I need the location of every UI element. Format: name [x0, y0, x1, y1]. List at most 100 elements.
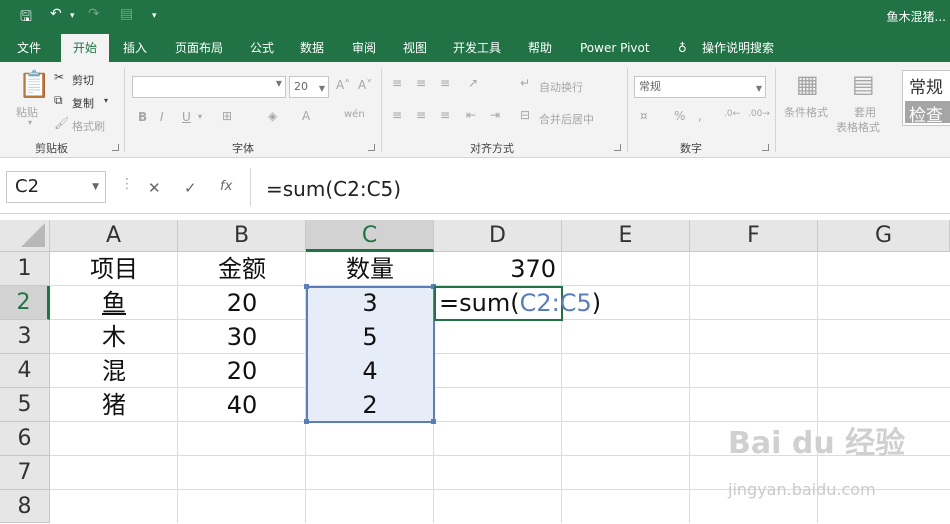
cell-c5[interactable]: 2 — [306, 390, 434, 420]
tab-power-pivot[interactable]: Power Pivot — [580, 34, 650, 62]
table-format-icon[interactable]: ▤ — [852, 70, 875, 98]
align-right-icon[interactable]: ≡ — [440, 108, 450, 122]
currency-icon[interactable]: ¤ — [640, 109, 648, 123]
cell-d1[interactable]: 370 — [434, 254, 562, 284]
wrap-text-button[interactable]: 自动换行 — [539, 79, 583, 95]
increase-indent-icon[interactable]: ⇥ — [490, 108, 500, 122]
merge-center-button[interactable]: 合并后居中 — [539, 111, 594, 127]
undo-icon[interactable]: ↶ — [50, 6, 62, 22]
cell-c2[interactable]: 3 — [306, 288, 434, 318]
percent-icon[interactable]: % — [674, 109, 685, 123]
number-launcher-icon[interactable] — [762, 144, 769, 151]
cell-b1[interactable]: 金额 — [178, 254, 306, 284]
table-format-button-line2[interactable]: 表格格式 — [836, 119, 880, 135]
tab-help[interactable]: 帮助 — [528, 34, 552, 62]
copy-dropdown-icon[interactable]: ▾ — [104, 96, 108, 105]
cell-a1[interactable]: 项目 — [50, 254, 178, 284]
cancel-icon[interactable]: ✕ — [148, 179, 161, 197]
align-top-icon[interactable]: ≡ — [392, 76, 402, 90]
border-icon[interactable]: ⊞ — [222, 109, 232, 123]
tab-view[interactable]: 视图 — [403, 34, 427, 62]
cell-d2-editor[interactable]: =sum(C2:C5) — [434, 286, 601, 321]
cell-b2[interactable]: 20 — [178, 288, 306, 318]
underline-button[interactable]: U — [182, 110, 191, 124]
phonetic-icon[interactable]: wén — [344, 109, 365, 120]
row-header-2[interactable]: 2 — [0, 286, 50, 320]
row-header-5[interactable]: 5 — [0, 388, 50, 422]
formula-input[interactable]: =sum(C2:C5) — [250, 168, 950, 206]
column-header-a[interactable]: A — [50, 220, 178, 252]
format-painter-icon[interactable]: 🖌 — [54, 116, 69, 130]
save-icon[interactable]: 🖫 — [20, 6, 32, 30]
font-name-select[interactable]: ▼ — [132, 76, 286, 98]
increase-decimal-icon[interactable]: .0← — [724, 109, 740, 119]
paste-icon[interactable]: 📋 — [18, 70, 50, 100]
row-header-7[interactable]: 7 — [0, 456, 50, 490]
decrease-decimal-icon[interactable]: .00→ — [748, 109, 770, 119]
cell-c1[interactable]: 数量 — [306, 254, 434, 284]
merge-icon[interactable]: ⊟ — [520, 108, 530, 122]
alignment-launcher-icon[interactable] — [614, 144, 621, 151]
insert-function-icon[interactable]: fx — [220, 179, 232, 194]
copy-button[interactable]: 复制 — [72, 95, 94, 111]
paste-button[interactable]: 粘贴 — [16, 104, 38, 120]
row-header-1[interactable]: 1 — [0, 252, 50, 286]
align-left-icon[interactable]: ≡ — [392, 108, 402, 122]
row-header-3[interactable]: 3 — [0, 320, 50, 354]
align-middle-icon[interactable]: ≡ — [416, 76, 426, 90]
column-header-c[interactable]: C — [306, 220, 434, 252]
tab-file[interactable]: 文件 — [17, 34, 41, 62]
conditional-format-icon[interactable]: ▦ — [796, 70, 819, 98]
tab-data[interactable]: 数据 — [300, 34, 324, 62]
column-header-e[interactable]: E — [562, 220, 690, 252]
font-launcher-icon[interactable] — [368, 144, 375, 151]
tab-formulas[interactable]: 公式 — [250, 34, 274, 62]
cell-a5[interactable]: 猪 — [50, 390, 178, 420]
cell-a2[interactable]: 鱼 — [50, 288, 178, 318]
cell-b4[interactable]: 20 — [178, 356, 306, 386]
row-header-8[interactable]: 8 — [0, 490, 50, 523]
align-center-icon[interactable]: ≡ — [416, 108, 426, 122]
underline-dropdown-icon[interactable]: ▾ — [198, 112, 202, 121]
tab-home[interactable]: 开始 — [61, 34, 110, 62]
decrease-font-icon[interactable]: A˅ — [358, 78, 372, 92]
undo-dropdown-icon[interactable]: ▾ — [70, 11, 75, 21]
cell-styles-gallery[interactable]: 常规 检查 — [902, 70, 950, 126]
align-bottom-icon[interactable]: ≡ — [440, 76, 450, 90]
cell-b5[interactable]: 40 — [178, 390, 306, 420]
format-painter-button[interactable]: 格式刷 — [72, 118, 105, 134]
tell-me-search[interactable]: 操作说明搜索 — [702, 34, 774, 62]
decrease-indent-icon[interactable]: ⇤ — [466, 108, 476, 122]
tab-insert[interactable]: 插入 — [123, 34, 147, 62]
enter-icon[interactable]: ✓ — [184, 179, 197, 197]
fill-color-icon[interactable]: ◈ — [268, 109, 277, 123]
row-header-6[interactable]: 6 — [0, 422, 50, 456]
cell-b3[interactable]: 30 — [178, 322, 306, 352]
wrap-text-icon[interactable]: ↵ — [520, 76, 530, 90]
cut-icon[interactable]: ✂ — [54, 70, 64, 84]
select-all-button[interactable] — [0, 220, 50, 252]
cut-button[interactable]: 剪切 — [72, 72, 94, 88]
table-format-button-line1[interactable]: 套用 — [854, 104, 876, 120]
orientation-icon[interactable]: ↗ — [468, 76, 478, 90]
cell-c3[interactable]: 5 — [306, 322, 434, 352]
italic-button[interactable]: I — [160, 110, 164, 124]
copy-icon[interactable]: ⧉ — [54, 93, 63, 108]
tab-developer[interactable]: 开发工具 — [453, 34, 501, 62]
column-header-d[interactable]: D — [434, 220, 562, 252]
font-size-select[interactable]: 20 ▼ — [289, 76, 329, 98]
clipboard-launcher-icon[interactable] — [112, 144, 119, 151]
style-check[interactable]: 检查 — [905, 101, 950, 126]
form-icon[interactable]: ▤ — [120, 6, 133, 22]
column-header-g[interactable]: G — [818, 220, 950, 252]
tab-review[interactable]: 审阅 — [352, 34, 376, 62]
column-header-b[interactable]: B — [178, 220, 306, 252]
conditional-format-button[interactable]: 条件格式 — [784, 104, 828, 120]
cell-a4[interactable]: 混 — [50, 356, 178, 386]
comma-icon[interactable]: , — [698, 109, 702, 123]
cell-c4[interactable]: 4 — [306, 356, 434, 386]
redo-icon[interactable]: ↷ — [88, 6, 100, 22]
increase-font-icon[interactable]: A˄ — [336, 78, 350, 92]
tab-page-layout[interactable]: 页面布局 — [175, 34, 223, 62]
row-header-4[interactable]: 4 — [0, 354, 50, 388]
